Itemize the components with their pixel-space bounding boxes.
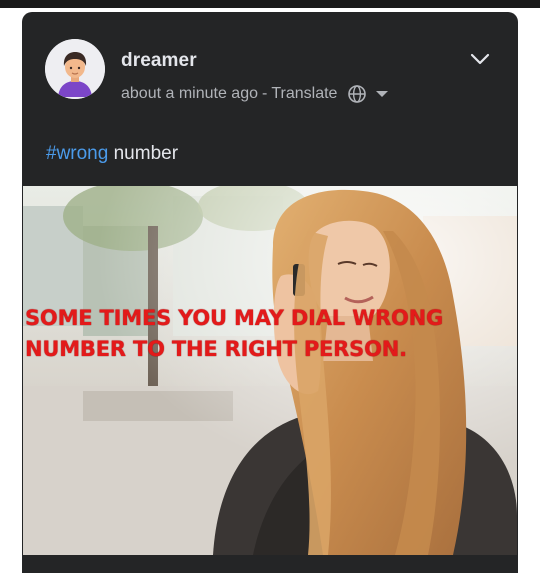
globe-icon[interactable]	[347, 84, 367, 104]
caret-down-icon[interactable]	[375, 87, 389, 101]
post-text-body: number	[108, 143, 179, 164]
post-photo[interactable]: SOME TIMES YOU MAY DIAL WRONG NUMBER TO …	[23, 186, 517, 555]
photo-caption-line-1: SOME TIMES YOU MAY DIAL WRONG	[25, 306, 444, 330]
chevron-down-icon[interactable]	[469, 48, 491, 70]
photo-caption-line-2: NUMBER TO THE RIGHT PERSON.	[25, 337, 407, 361]
translate-link[interactable]: Translate	[271, 85, 337, 103]
user-avatar-icon[interactable]	[45, 39, 105, 99]
post-meta: about a minute ago - Translate	[121, 82, 389, 106]
meta-separator: -	[262, 85, 268, 102]
post-author-name[interactable]: dreamer	[121, 50, 197, 72]
screen: dreamer about a minute ago - Translate #…	[0, 0, 540, 573]
post-text: #wrong number	[46, 143, 178, 165]
post-card: dreamer about a minute ago - Translate #…	[22, 12, 518, 573]
top-bar	[0, 0, 540, 8]
post-timestamp[interactable]: about a minute ago	[121, 85, 258, 103]
hashtag-link[interactable]: #wrong	[46, 143, 108, 164]
